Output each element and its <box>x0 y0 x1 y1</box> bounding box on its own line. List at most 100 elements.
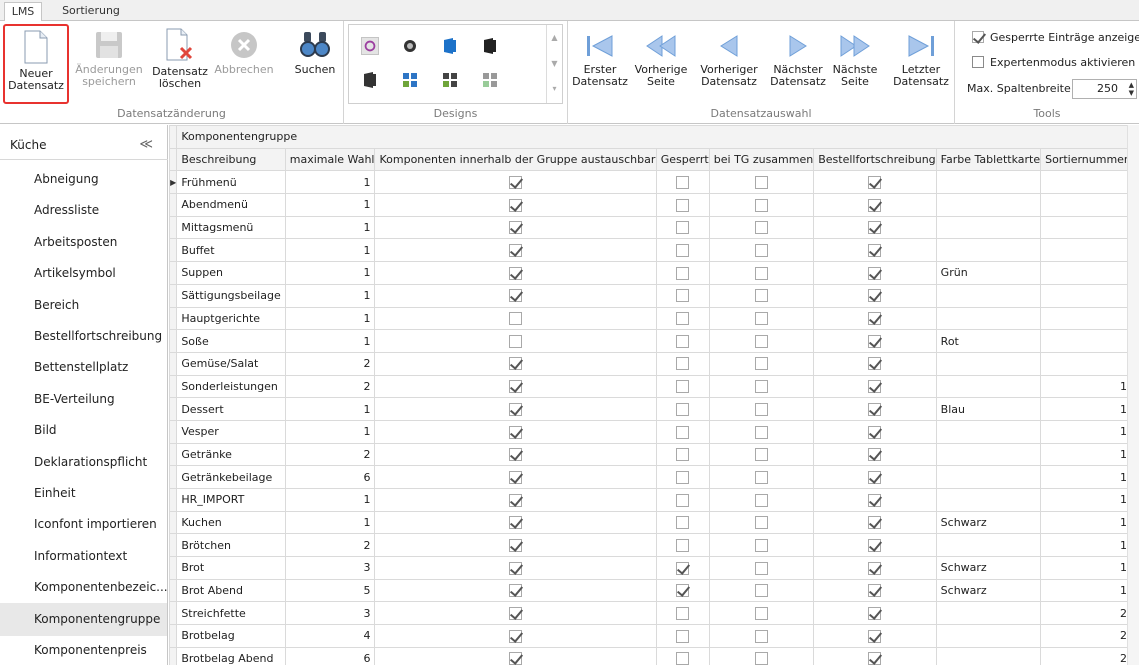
cell-max-choice[interactable]: 1 <box>284 261 376 285</box>
table-row[interactable]: Brotbelag4 21 <box>169 624 1139 648</box>
tg-together-cell[interactable] <box>708 442 815 467</box>
cell-sort-number[interactable]: 21 <box>1040 624 1139 648</box>
order-update-checkbox[interactable] <box>868 448 882 462</box>
order-update-cell[interactable] <box>813 351 937 376</box>
row-indicator[interactable] <box>169 283 178 308</box>
exchangeable-cell[interactable] <box>374 215 657 240</box>
design-office-black-icon[interactable] <box>481 37 499 55</box>
tg-together-cell[interactable] <box>708 193 815 217</box>
tg-together-cell[interactable] <box>708 261 815 285</box>
cell-max-choice[interactable]: 2 <box>284 351 376 376</box>
cell-tray-color[interactable] <box>935 533 1042 558</box>
tg-together-checkbox[interactable] <box>755 244 768 258</box>
exchangeable-cell[interactable] <box>374 351 657 376</box>
tg-together-checkbox[interactable] <box>755 312 768 326</box>
order-update-cell[interactable] <box>813 238 937 263</box>
tg-together-checkbox[interactable] <box>755 357 768 371</box>
cell-description[interactable]: Buffet <box>176 238 286 263</box>
cell-description[interactable]: Gemüse/Salat <box>176 351 286 376</box>
locked-cell[interactable] <box>655 578 710 603</box>
exchangeable-checkbox[interactable] <box>509 516 523 530</box>
order-update-cell[interactable] <box>813 283 937 308</box>
cell-sort-number[interactable]: 20 <box>1040 601 1139 626</box>
tg-together-checkbox[interactable] <box>755 175 768 189</box>
exchangeable-checkbox[interactable] <box>509 312 523 326</box>
column-header[interactable]: Beschreibung <box>176 147 286 172</box>
locked-cell[interactable] <box>655 283 710 308</box>
exchangeable-checkbox[interactable] <box>509 493 523 507</box>
row-indicator[interactable] <box>169 215 178 240</box>
row-indicator[interactable] <box>169 465 178 489</box>
sidebar-item[interactable]: Abneigung <box>0 163 167 196</box>
cell-max-choice[interactable]: 1 <box>284 397 376 421</box>
order-update-cell[interactable] <box>813 261 937 285</box>
locked-checkbox[interactable] <box>676 312 690 326</box>
sidebar-item[interactable]: Komponentengruppe <box>0 602 167 636</box>
locked-cell[interactable] <box>655 465 710 489</box>
tg-together-cell[interactable] <box>708 488 815 512</box>
cell-max-choice[interactable]: 1 <box>284 329 376 353</box>
locked-checkbox[interactable] <box>676 584 690 598</box>
sidebar-item[interactable]: Informationtext <box>0 540 167 573</box>
locked-checkbox[interactable] <box>676 493 690 507</box>
order-update-checkbox[interactable] <box>868 244 882 258</box>
cell-tray-color[interactable] <box>935 419 1042 444</box>
locked-checkbox[interactable] <box>676 402 690 416</box>
cell-max-choice[interactable]: 5 <box>284 578 376 603</box>
locked-checkbox[interactable] <box>676 470 690 484</box>
cell-sort-number[interactable]: 13 <box>1040 442 1139 467</box>
cell-sort-number[interactable]: 17 <box>1040 533 1139 558</box>
locked-cell[interactable] <box>655 419 710 444</box>
last-record-button[interactable]: Letzter Datensatz <box>890 24 952 102</box>
cell-description[interactable]: Dessert <box>176 397 286 421</box>
cell-sort-number[interactable]: 16 <box>1040 510 1139 535</box>
spinner-arrows-icon[interactable]: ▲ ▼ <box>1129 81 1134 97</box>
cell-max-choice[interactable]: 4 <box>284 624 376 648</box>
cell-description[interactable]: Getränke <box>176 442 286 467</box>
exchangeable-cell[interactable] <box>374 624 657 648</box>
table-row[interactable]: Dessert1 Blau11 <box>169 397 1139 421</box>
locked-checkbox[interactable] <box>676 561 690 575</box>
column-header[interactable]: maximale Wahl <box>284 147 376 172</box>
tg-together-checkbox[interactable] <box>755 425 768 439</box>
exchangeable-cell[interactable] <box>374 419 657 444</box>
save-changes-button[interactable]: Änderungen speichern <box>72 24 146 102</box>
cell-max-choice[interactable]: 6 <box>284 465 376 489</box>
cell-tray-color[interactable] <box>935 442 1042 467</box>
cell-description[interactable]: Sättigungsbeilage <box>176 283 286 308</box>
exchangeable-cell[interactable] <box>374 533 657 558</box>
locked-checkbox[interactable] <box>676 425 690 439</box>
cell-sort-number[interactable]: 8 <box>1040 329 1139 353</box>
order-update-cell[interactable] <box>813 556 937 580</box>
cell-tray-color[interactable]: Rot <box>935 329 1042 353</box>
order-update-cell[interactable] <box>813 601 937 626</box>
table-row[interactable]: Suppen1 Grün5 <box>169 261 1139 285</box>
exchangeable-cell[interactable] <box>374 238 657 263</box>
order-update-cell[interactable] <box>813 215 937 240</box>
table-row[interactable]: ▶Frühmenü11 <box>169 170 1139 195</box>
row-indicator[interactable] <box>169 556 178 580</box>
cell-tray-color[interactable] <box>935 351 1042 376</box>
tg-together-cell[interactable] <box>708 351 815 376</box>
row-indicator[interactable] <box>169 397 178 421</box>
locked-checkbox[interactable] <box>676 607 690 621</box>
cell-max-choice[interactable]: 1 <box>284 238 376 263</box>
exchangeable-checkbox[interactable] <box>509 448 523 462</box>
order-update-checkbox[interactable] <box>868 538 882 552</box>
tg-together-checkbox[interactable] <box>755 493 768 507</box>
cell-sort-number[interactable]: 1 <box>1040 170 1139 195</box>
locked-cell[interactable] <box>655 556 710 580</box>
cell-tray-color[interactable] <box>935 170 1042 195</box>
locked-cell[interactable] <box>655 306 710 331</box>
row-indicator[interactable] <box>169 351 178 376</box>
row-indicator[interactable] <box>169 624 178 648</box>
sidebar-item[interactable]: Komponentenbezeic... <box>0 571 167 604</box>
locked-checkbox[interactable] <box>676 357 690 371</box>
tg-together-cell[interactable] <box>708 329 815 353</box>
exchangeable-checkbox[interactable] <box>509 607 523 621</box>
table-row[interactable]: Sättigungsbeilage1 6 <box>169 283 1139 308</box>
exchangeable-cell[interactable] <box>374 261 657 285</box>
cell-tray-color[interactable] <box>935 465 1042 489</box>
order-update-checkbox[interactable] <box>868 380 882 394</box>
cell-tray-color[interactable] <box>935 646 1042 665</box>
